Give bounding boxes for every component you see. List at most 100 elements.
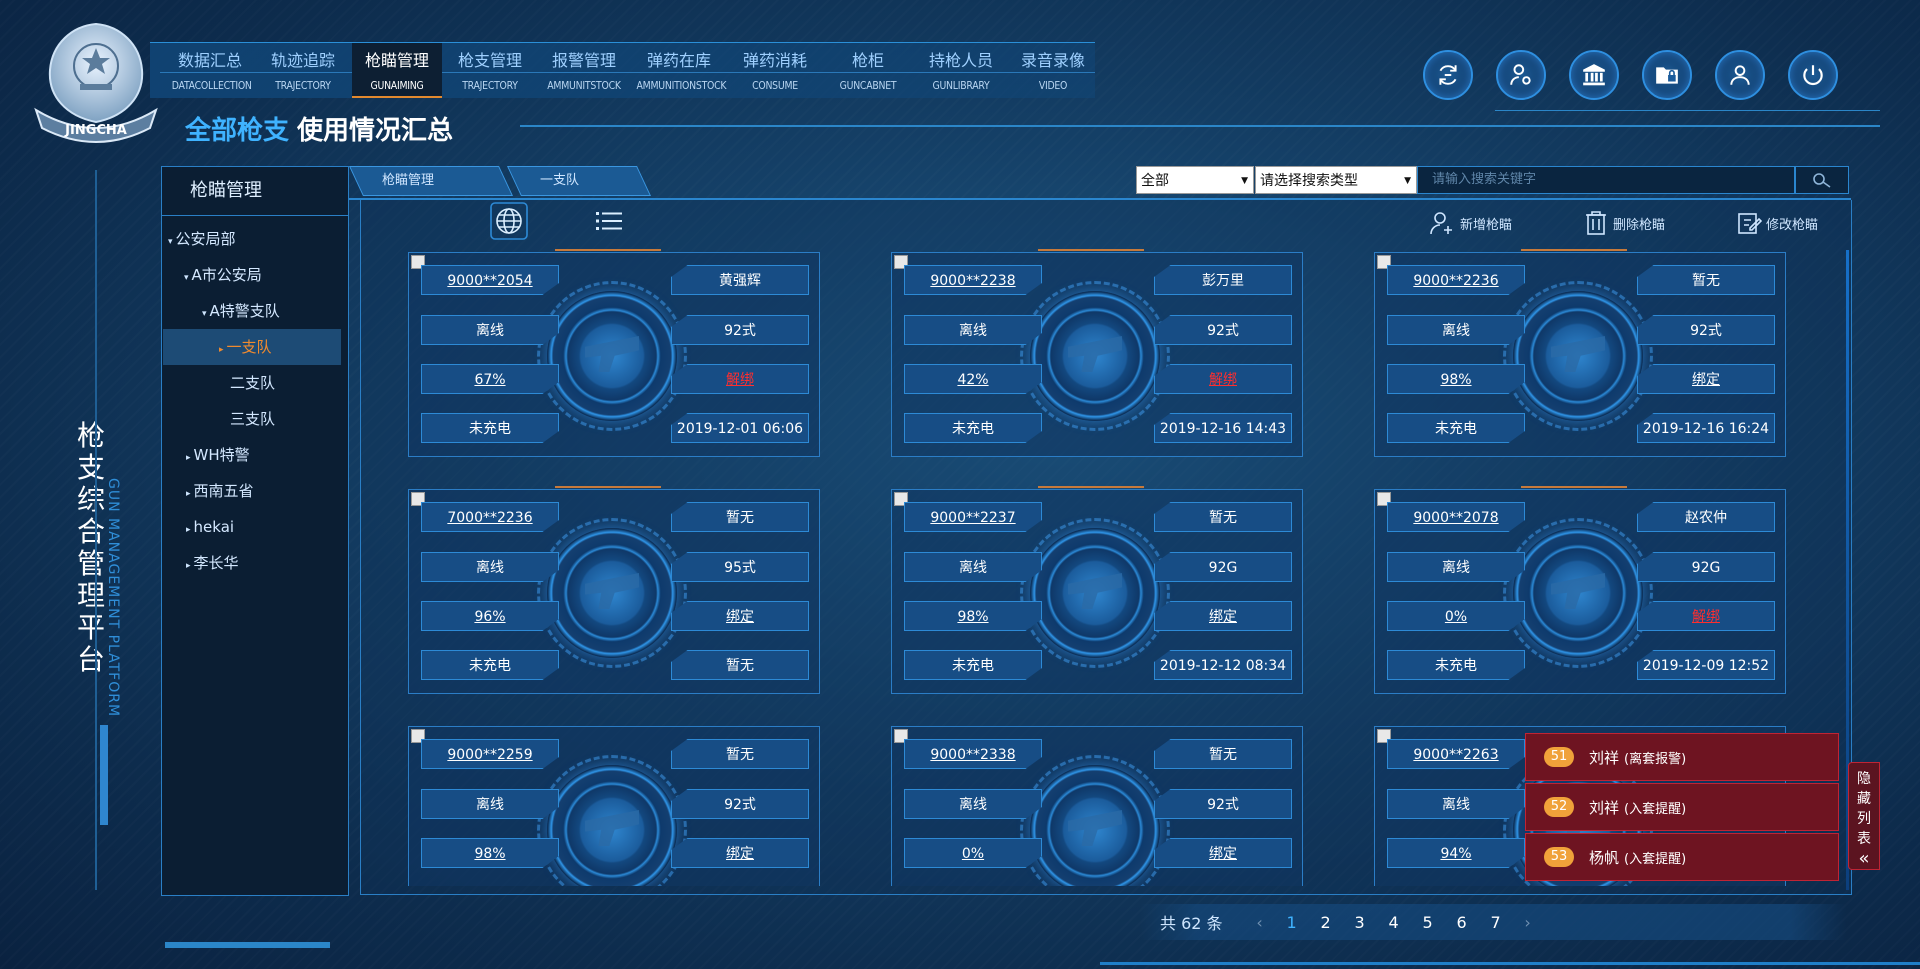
- card-bind-status[interactable]: 解绑: [1637, 601, 1775, 631]
- scope-select[interactable]: 全部 ▼: [1136, 166, 1254, 194]
- gunaiming-card[interactable]: 7000**2236 暂无 离线 95式 96% 绑定 未充电 暂无: [408, 486, 820, 694]
- tree-node-label: 公安局部: [175, 230, 236, 248]
- card-id-link[interactable]: 9000**2078: [1387, 502, 1525, 532]
- list-view-button[interactable]: [590, 202, 628, 240]
- gunaiming-card[interactable]: 9000**2078 赵农仲 离线 92G 0% 解绑 未充电 2019-12-09 12:5…: [1374, 486, 1786, 694]
- page-7-button[interactable]: 7: [1479, 913, 1513, 932]
- user-icon[interactable]: [1715, 50, 1765, 100]
- tree-expand-icon: ▾: [202, 309, 207, 319]
- card-battery[interactable]: 0%: [904, 838, 1042, 868]
- card-id-link[interactable]: 9000**2263: [1387, 739, 1525, 769]
- card-battery[interactable]: 98%: [421, 838, 559, 868]
- chevron-down-icon: ▼: [1404, 176, 1411, 186]
- card-id-link[interactable]: 9000**2238: [904, 265, 1042, 295]
- tree-node-first-squad[interactable]: ▸ 一支队: [163, 329, 341, 365]
- nav-tab-trajectory[interactable]: 轨迹追踪 TRAJECTORY: [258, 43, 348, 98]
- card-id-link[interactable]: 9000**2236: [1387, 265, 1525, 295]
- card-battery[interactable]: 0%: [1387, 601, 1525, 631]
- card-bind-status[interactable]: 绑定: [1154, 838, 1292, 868]
- folder-lock-icon[interactable]: [1642, 50, 1692, 100]
- alert-item[interactable]: 52 刘祥 (入套提醒): [1525, 783, 1839, 831]
- card-battery[interactable]: 42%: [904, 364, 1042, 394]
- add-gunaiming-button[interactable]: 新增枪瞄: [1428, 208, 1512, 238]
- nav-tab-label: 枪柜: [851, 51, 884, 70]
- nav-tab-gun-cabinet[interactable]: 枪柜 GUNCABNET: [823, 43, 913, 98]
- nav-tab-ammo-consume[interactable]: 弹药消耗 CONSUME: [730, 43, 820, 98]
- gun-dial-icon: [1503, 281, 1653, 431]
- tree-node-wh-swat[interactable]: ▸ WH特警: [186, 437, 250, 473]
- nav-tab-ammo-stock[interactable]: 弹药在库 AMMUNITIONSTOCK: [629, 43, 729, 98]
- tree-node-third-squad[interactable]: 三支队: [230, 401, 275, 437]
- nav-tab-label: 持枪人员: [928, 51, 993, 70]
- alert-item[interactable]: 53 杨帆 (入套提醒): [1525, 833, 1839, 881]
- tree-node-label: 李长华: [193, 554, 239, 572]
- card-id-link[interactable]: 9000**2259: [421, 739, 559, 769]
- card-bind-status[interactable]: 解绑: [671, 364, 809, 394]
- search-type-select[interactable]: 请选择搜索类型 ▼: [1255, 166, 1417, 194]
- tree-node-public-security-bureau[interactable]: ▾ 公安局部: [168, 221, 236, 257]
- card-bind-status[interactable]: 绑定: [1637, 364, 1775, 394]
- gun-dial-icon: [1020, 755, 1170, 886]
- card-bind-status[interactable]: 解绑: [1154, 364, 1292, 394]
- nav-tab-gun-holders[interactable]: 持枪人员 GUNLIBRARY: [916, 43, 1006, 98]
- card-bind-status[interactable]: 绑定: [1154, 601, 1292, 631]
- sync-icon[interactable]: [1423, 50, 1473, 100]
- nav-tab-video[interactable]: 录音录像 VIDEO: [1008, 43, 1098, 98]
- search-button[interactable]: [1795, 166, 1849, 194]
- breadcrumb-item-gunaiming[interactable]: 枪瞄管理: [349, 166, 513, 196]
- tree-node-a-city-bureau[interactable]: ▾ A市公安局: [184, 257, 262, 293]
- side-frame-line: [95, 170, 97, 890]
- card-battery[interactable]: 98%: [904, 601, 1042, 631]
- card-bind-status[interactable]: 绑定: [671, 838, 809, 868]
- card-id-link[interactable]: 9000**2338: [904, 739, 1042, 769]
- gunaiming-card[interactable]: 9000**2236 暂无 离线 92式 98% 绑定 未充电 2019-12-16 16:2…: [1374, 249, 1786, 457]
- page-2-button[interactable]: 2: [1309, 913, 1343, 932]
- card-bind-status[interactable]: 绑定: [671, 601, 809, 631]
- page-1-button[interactable]: 1: [1275, 913, 1309, 932]
- gunaiming-card[interactable]: 9000**2237 暂无 离线 92G 98% 绑定 未充电 2019-12-12 08:3…: [891, 486, 1303, 694]
- gunaiming-card[interactable]: 9000**2259 暂无 离线 92式 98% 绑定: [408, 726, 820, 886]
- bank-icon[interactable]: [1569, 50, 1619, 100]
- tree-node-second-squad[interactable]: 二支队: [230, 365, 275, 401]
- gunaiming-card[interactable]: 9000**2238 彭万里 离线 92式 42% 解绑 未充电 2019-12-16 14:…: [891, 249, 1303, 457]
- page-4-button[interactable]: 4: [1377, 913, 1411, 932]
- card-battery[interactable]: 98%: [1387, 364, 1525, 394]
- search-input[interactable]: 请输入搜索关键字: [1417, 166, 1795, 194]
- gunaiming-card[interactable]: 9000**2338 暂无 离线 92式 0% 绑定: [891, 726, 1303, 886]
- alert-item[interactable]: 51 刘祥 (离套报警): [1525, 733, 1839, 781]
- gun-dial-icon: [1020, 518, 1170, 668]
- card-id-link[interactable]: 9000**2054: [421, 265, 559, 295]
- map-view-button[interactable]: [490, 202, 528, 240]
- hide-list-button[interactable]: 隐 藏 列 表 «: [1848, 762, 1880, 870]
- page-3-button[interactable]: 3: [1343, 913, 1377, 932]
- tree-node-li-changhua[interactable]: ▸ 李长华: [186, 545, 239, 581]
- page-6-button[interactable]: 6: [1445, 913, 1479, 932]
- user-settings-icon[interactable]: [1496, 50, 1546, 100]
- card-battery[interactable]: 67%: [421, 364, 559, 394]
- gun-icon: [585, 810, 639, 846]
- card-id-link[interactable]: 7000**2236: [421, 502, 559, 532]
- nav-tab-gunaiming[interactable]: 枪瞄管理 GUNAIMING: [352, 43, 442, 98]
- card-id-link[interactable]: 9000**2237: [904, 502, 1042, 532]
- delete-gunaiming-label: 删除枪瞄: [1613, 217, 1666, 233]
- prev-page-button[interactable]: ‹: [1245, 913, 1275, 932]
- gunaiming-card[interactable]: 9000**2054 黄强辉 离线 92式 67% 解绑 未充电 2019-12-01 06:…: [408, 249, 820, 457]
- breadcrumb-item-first-squad[interactable]: 一支队: [507, 166, 651, 196]
- tree-node-southwest-five[interactable]: ▸ 西南五省: [186, 473, 254, 509]
- org-tree-panel: 枪瞄管理 ▾ 公安局部 ▾ A市公安局 ▾ A特警支队 ▸ 一支队 二支队 三支队 ▸ W…: [161, 166, 349, 896]
- nav-tab-gun-management[interactable]: 枪支管理 TRAJECTORY: [445, 43, 535, 98]
- next-page-button[interactable]: ›: [1513, 913, 1543, 932]
- nav-tab-alarm[interactable]: 报警管理 AMMUNITSTOCK: [539, 43, 629, 98]
- page-title-highlight: 全部枪支: [185, 116, 290, 146]
- power-icon[interactable]: [1788, 50, 1838, 100]
- nav-tab-datacollection[interactable]: 数据汇总 DATACOLLECTION: [165, 43, 255, 98]
- page-5-button[interactable]: 5: [1411, 913, 1445, 932]
- hide-list-char: 藏: [1857, 791, 1871, 807]
- tree-node-a-swat-detachment[interactable]: ▾ A特警支队: [202, 293, 280, 329]
- card-battery[interactable]: 96%: [421, 601, 559, 631]
- card-battery[interactable]: 94%: [1387, 838, 1525, 868]
- edit-gunaiming-button[interactable]: 修改枪瞄: [1736, 208, 1818, 238]
- delete-gunaiming-button[interactable]: 删除枪瞄: [1583, 208, 1665, 238]
- tree-node-hekai[interactable]: ▸ hekai: [186, 509, 234, 545]
- top-icon-bar: [1423, 50, 1838, 100]
